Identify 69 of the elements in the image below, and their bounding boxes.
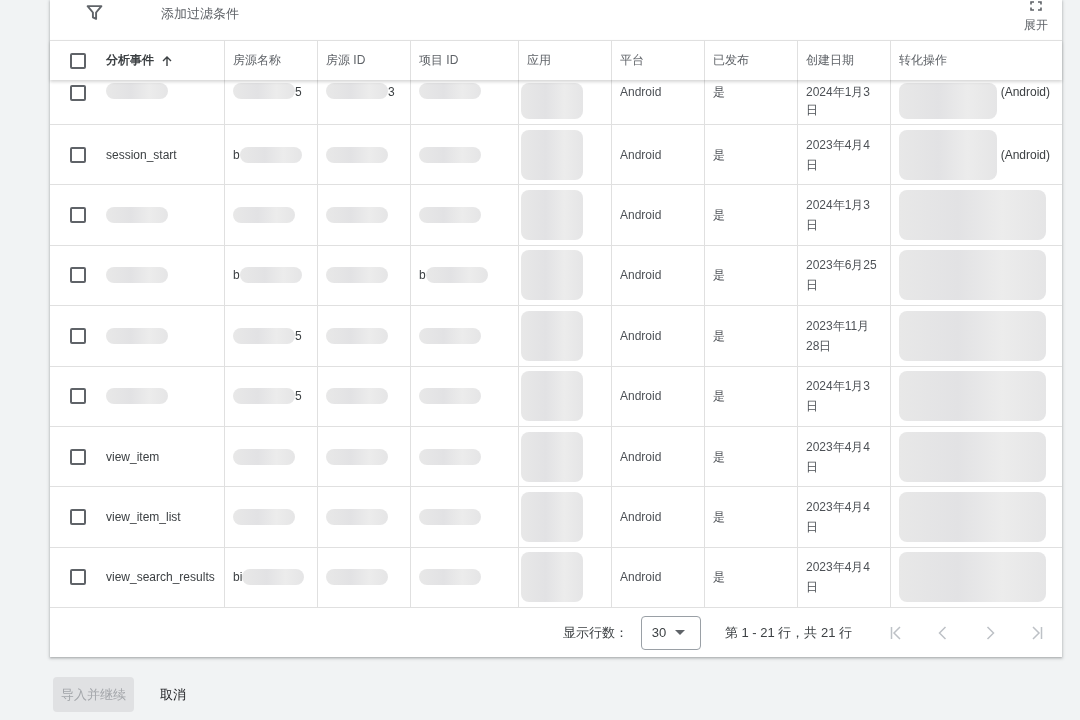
column-header[interactable]: 分析事件 <box>106 52 173 69</box>
text-fragment: b <box>233 267 240 285</box>
table-cell-text: 是 <box>713 509 725 527</box>
table-cell-text: Android <box>620 207 662 225</box>
row-checkbox[interactable] <box>70 207 86 224</box>
row-checkbox[interactable] <box>70 146 86 163</box>
column-header[interactable]: 创建日期 <box>806 52 854 69</box>
table-cell-text: 是 <box>713 84 725 101</box>
table-cell-text: Android <box>620 84 662 101</box>
table-cell-text: 2023年4月4日 <box>806 499 872 537</box>
table-cell-text: 2023年6月25日 <box>806 257 878 295</box>
table-cell-text: Android <box>620 327 662 345</box>
column-header[interactable]: 项目 ID <box>419 52 459 69</box>
row-checkbox[interactable] <box>70 85 86 101</box>
column-header[interactable]: 应用 <box>527 52 551 69</box>
table-cell-text: view_item <box>106 448 160 466</box>
row-checkbox[interactable] <box>70 388 86 405</box>
column-header[interactable]: 房源名称 <box>233 52 281 69</box>
column-header[interactable]: 平台 <box>620 52 644 69</box>
page-range-text: 第 1 - 21 行，共 21 行 <box>724 623 852 642</box>
text-fragment: 5 <box>295 327 302 345</box>
column-header[interactable]: 已发布 <box>713 52 749 69</box>
table-cell-text: Android <box>620 388 662 406</box>
text-fragment: bi <box>233 569 243 587</box>
table-cell-text: 2023年4月4日 <box>806 136 872 174</box>
text-fragment: 5 <box>295 84 302 101</box>
table-cell-text: Android <box>620 448 662 466</box>
table-cell-text: Android <box>620 569 662 587</box>
table-cell-text: Android <box>620 267 662 285</box>
table-cell-text: 2023年4月4日 <box>806 438 872 476</box>
table-cell-text: Android <box>620 146 662 164</box>
table-cell-text: 2023年4月4日 <box>806 559 872 597</box>
row-checkbox[interactable] <box>70 569 86 586</box>
table-cell-text: view_item_list <box>106 509 181 527</box>
text-fragment: 5 <box>295 388 302 406</box>
column-header[interactable]: 转化操作 <box>899 52 947 69</box>
rows-per-page-label: 显示行数： <box>562 623 628 642</box>
rows-per-page-select[interactable]: 30 <box>640 615 701 650</box>
table-cell-text: 是 <box>713 388 725 406</box>
row-checkbox[interactable] <box>70 267 86 284</box>
column-header[interactable]: 房源 ID <box>326 52 366 69</box>
text-fragment: 3 <box>388 84 395 101</box>
filter-icon <box>86 4 103 21</box>
cancel-button[interactable]: 取消 <box>152 677 194 712</box>
row-checkbox[interactable] <box>70 509 86 526</box>
table-cell-text: 2024年1月3日 <box>806 84 872 119</box>
filter-input[interactable]: 添加过滤条件 <box>161 4 461 22</box>
table-cell-text: 是 <box>713 207 725 225</box>
table-cell-text: 是 <box>713 267 725 285</box>
table-cell-text: 是 <box>713 448 725 466</box>
row-checkbox[interactable] <box>70 448 86 465</box>
table-cell-text: 2024年1月3日 <box>806 197 872 235</box>
expand-button[interactable]: 展开 <box>1024 0 1048 32</box>
select-all-checkbox[interactable] <box>70 52 86 69</box>
table-cell-text: 2023年11月28日 <box>806 317 871 355</box>
text-fragment: (Android) <box>1000 84 1050 101</box>
table-cell-text: view_search_results <box>106 569 215 587</box>
table-cell-text: 2024年1月3日 <box>806 378 872 416</box>
table-cell-text: 是 <box>713 327 725 345</box>
caret-icon <box>675 630 686 635</box>
row-checkbox[interactable] <box>70 327 86 344</box>
text-fragment: b <box>419 267 426 285</box>
table-cell-text: session_start <box>106 146 177 164</box>
text-fragment: (Android) <box>1000 146 1050 164</box>
table-cell-text: Android <box>620 509 662 527</box>
table-cell-text: 是 <box>713 146 725 164</box>
text-fragment: b <box>233 146 240 164</box>
fullscreen-icon <box>1030 1 1042 11</box>
table-cell-text: 是 <box>713 569 725 587</box>
